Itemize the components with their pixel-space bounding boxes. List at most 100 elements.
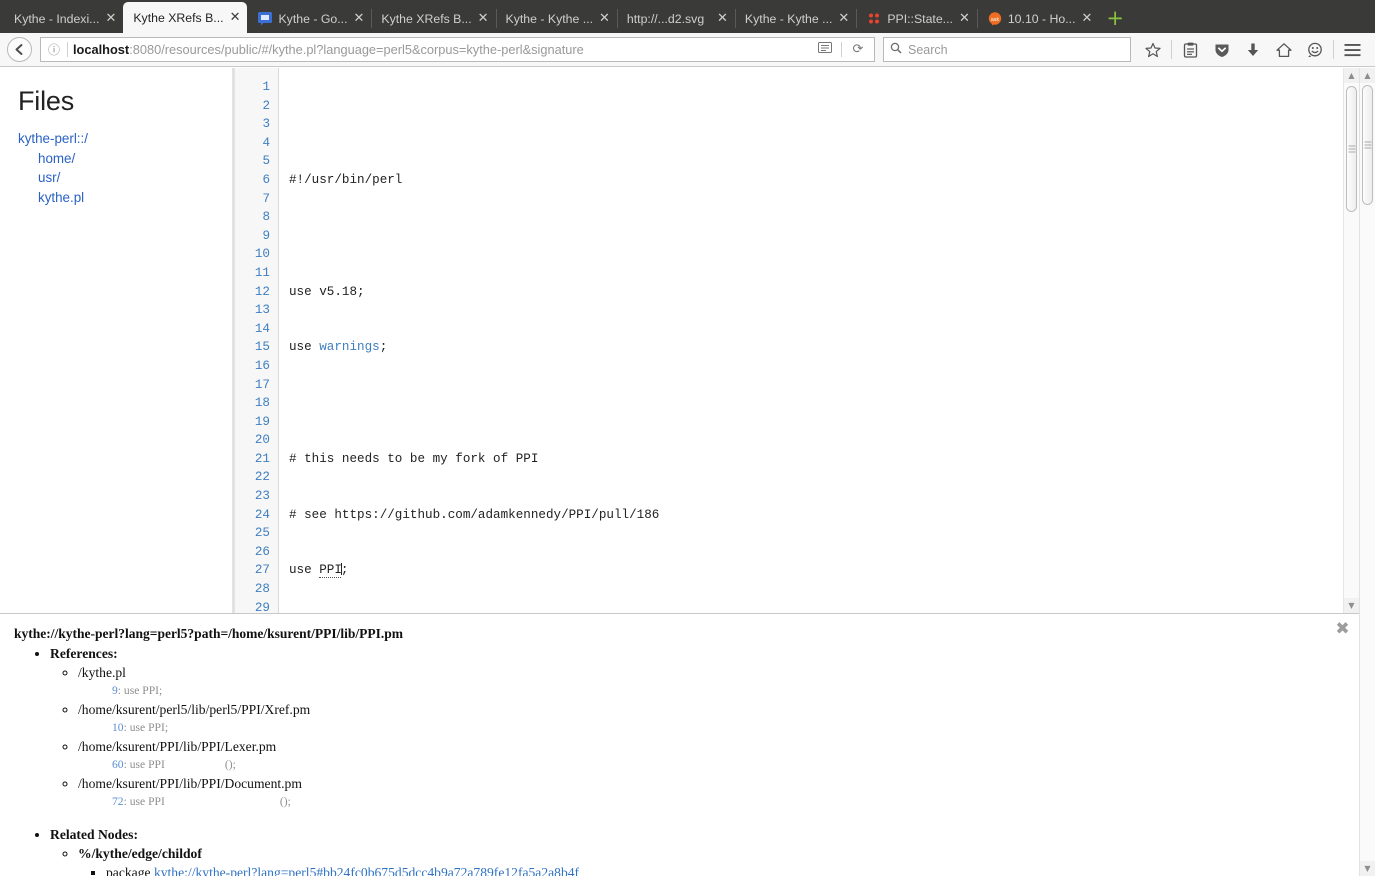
code-vertical-scrollbar[interactable]: ▲ ▼ [1343,68,1359,613]
tree-children: home/ usr/ kythe.pl [18,151,232,205]
list-item[interactable]: usr/ [38,170,232,185]
library-icon[interactable] [1175,37,1206,63]
edge-target-kind: package [106,865,151,876]
back-button[interactable] [7,37,32,62]
line-number: 18 [254,396,270,411]
line-number: 21 [254,451,270,466]
line-number: 9 [262,228,270,243]
downloads-arrow-icon[interactable] [1237,37,1268,63]
line-number: 17 [254,377,270,392]
reference-line-number: 72 [112,795,124,808]
tab-close-icon[interactable]: ✕ [354,12,365,25]
new-tab-button[interactable]: + [1106,8,1124,29]
references-list: /kythe.pl 9: use PPI; /home/ksurent/perl… [50,663,1345,811]
line-number: 15 [254,340,270,355]
list-item[interactable]: /kythe.pl 9: use PPI; [78,663,1345,700]
code-token-ppi-anchor[interactable]: PPI [319,563,342,579]
url-bar[interactable]: ⓘ localhost:8080/resources/public/#/kyth… [40,37,875,62]
reader-mode-icon[interactable] [814,41,836,58]
metacpan-dots-icon [866,11,882,27]
url-divider-2 [841,42,842,57]
browser-tab-2[interactable]: Kythe - Go... ✕ [247,4,371,33]
edge-kind-label: %/kythe/edge/childof [78,846,202,861]
scroll-up-arrow-icon[interactable]: ▲ [1344,68,1359,83]
page-vertical-scrollbar[interactable]: ▲ ▼ [1359,68,1375,876]
browser-tab-8[interactable]: ask 10.10 - Ho... ✕ [976,4,1100,33]
tab-title: Kythe - Kythe ... [744,11,833,26]
reference-snippet-tail: (); [224,758,236,771]
browser-tab-0[interactable]: Kythe - Indexi... ✕ [4,4,123,33]
tab-close-icon[interactable]: ✕ [230,11,241,24]
scroll-down-arrow-icon[interactable]: ▼ [1344,598,1359,613]
tree-root[interactable]: kythe-perl::/ home/ usr/ kythe.pl [18,131,232,205]
url-action-icons: ⟳ [814,41,869,58]
tab-close-icon[interactable]: ✕ [838,12,849,25]
detail-sections: References: /kythe.pl 9: use PPI; /home/… [14,644,1345,876]
menu-hamburger-icon[interactable] [1337,37,1368,63]
pocket-shield-icon[interactable] [1206,37,1237,63]
reference-snippet: 9: use PPI; [112,684,163,697]
browser-tab-7[interactable]: PPI::State... ✕ [856,4,977,33]
reload-icon[interactable]: ⟳ [847,42,869,57]
tree-item-kythe-pl[interactable]: kythe.pl [38,190,84,205]
sync-smiley-icon[interactable] [1299,37,1330,63]
reference-file-path: /kythe.pl [78,665,126,680]
code-line: use warnings; [289,340,388,355]
tab-close-icon[interactable]: ✕ [959,12,970,25]
bookmark-star-icon[interactable] [1137,37,1168,63]
reference-snippet: 60: use PPI (); [112,758,236,771]
detail-ticket-title: kythe://kythe-perl?lang=perl5?path=/home… [14,626,404,641]
line-number: 1 [262,80,270,94]
page-scrollbar-thumb[interactable] [1362,85,1373,205]
page-scroll-up-arrow-icon[interactable]: ▲ [1360,68,1375,83]
list-item[interactable]: /home/ksurent/perl5/lib/perl5/PPI/Xref.p… [78,700,1345,737]
edge-target-ticket-link[interactable]: kythe://kythe-perl?lang=perl5#bb24fc0b67… [154,865,579,876]
reference-line-number: 9 [112,684,118,697]
browser-tab-4[interactable]: Kythe - Kythe ... ✕ [495,4,617,33]
tab-close-icon[interactable]: ✕ [1082,12,1093,25]
code-line: use v5.18; [289,284,365,299]
line-number: 26 [254,544,270,559]
list-item[interactable]: package kythe://kythe-perl?lang=perl5#bb… [106,863,1345,876]
tab-title: Kythe - Go... [278,11,348,26]
browser-tab-6[interactable]: Kythe - Kythe ... ✕ [734,4,856,33]
search-bar[interactable]: Search [883,37,1131,62]
close-icon[interactable]: ✖ [1334,621,1351,639]
line-number: 6 [262,172,270,187]
detail-content: kythe://kythe-perl?lang=perl5?path=/home… [0,626,1359,876]
tab-close-icon[interactable]: ✕ [599,12,610,25]
tree-item-usr[interactable]: usr/ [38,170,60,185]
reference-snippet-text: use PPI; [123,684,163,697]
list-item[interactable]: kythe.pl [38,190,232,205]
browser-tab-5[interactable]: http://...d2.svg ✕ [616,4,735,33]
blue-chat-icon [257,11,273,27]
tab-title: 10.10 - Ho... [1007,11,1076,26]
page-scroll-down-arrow-icon[interactable]: ▼ [1360,861,1375,876]
tab-close-icon[interactable]: ✕ [478,12,489,25]
code-line: # this needs to be my fork of PPI [289,451,539,466]
scrollbar-thumb[interactable] [1346,86,1357,212]
toolbar-divider [1171,40,1172,59]
list-item[interactable]: /home/ksurent/PPI/lib/PPI/Lexer.pm 60: u… [78,737,1345,774]
search-icon [890,42,902,57]
tab-title: PPI::State... [887,11,953,26]
code-token-module[interactable]: warnings [319,340,379,354]
home-icon[interactable] [1268,37,1299,63]
search-placeholder: Search [908,42,948,57]
list-item[interactable]: home/ [38,151,232,166]
browser-tab-1[interactable]: Kythe XRefs B... ✕ [123,2,248,33]
tree-item-home[interactable]: home/ [38,151,75,166]
reference-snippet: 72: use PPI (); [112,795,291,808]
related-nodes-label: Related Nodes: [50,827,138,842]
site-info-icon[interactable]: ⓘ [46,41,62,58]
line-number: 27 [254,563,270,578]
list-item[interactable]: /home/ksurent/PPI/lib/PPI/Document.pm 72… [78,774,1345,811]
tab-close-icon[interactable]: ✕ [105,12,116,25]
tab-close-icon[interactable]: ✕ [717,12,728,25]
ask-orange-icon: ask [987,11,1003,27]
browser-window: Kythe - Indexi... ✕ Kythe XRefs B... ✕ K… [0,0,1375,876]
browser-tab-3[interactable]: Kythe XRefs B... ✕ [371,4,495,33]
tree-root-link[interactable]: kythe-perl::/ [18,131,88,146]
